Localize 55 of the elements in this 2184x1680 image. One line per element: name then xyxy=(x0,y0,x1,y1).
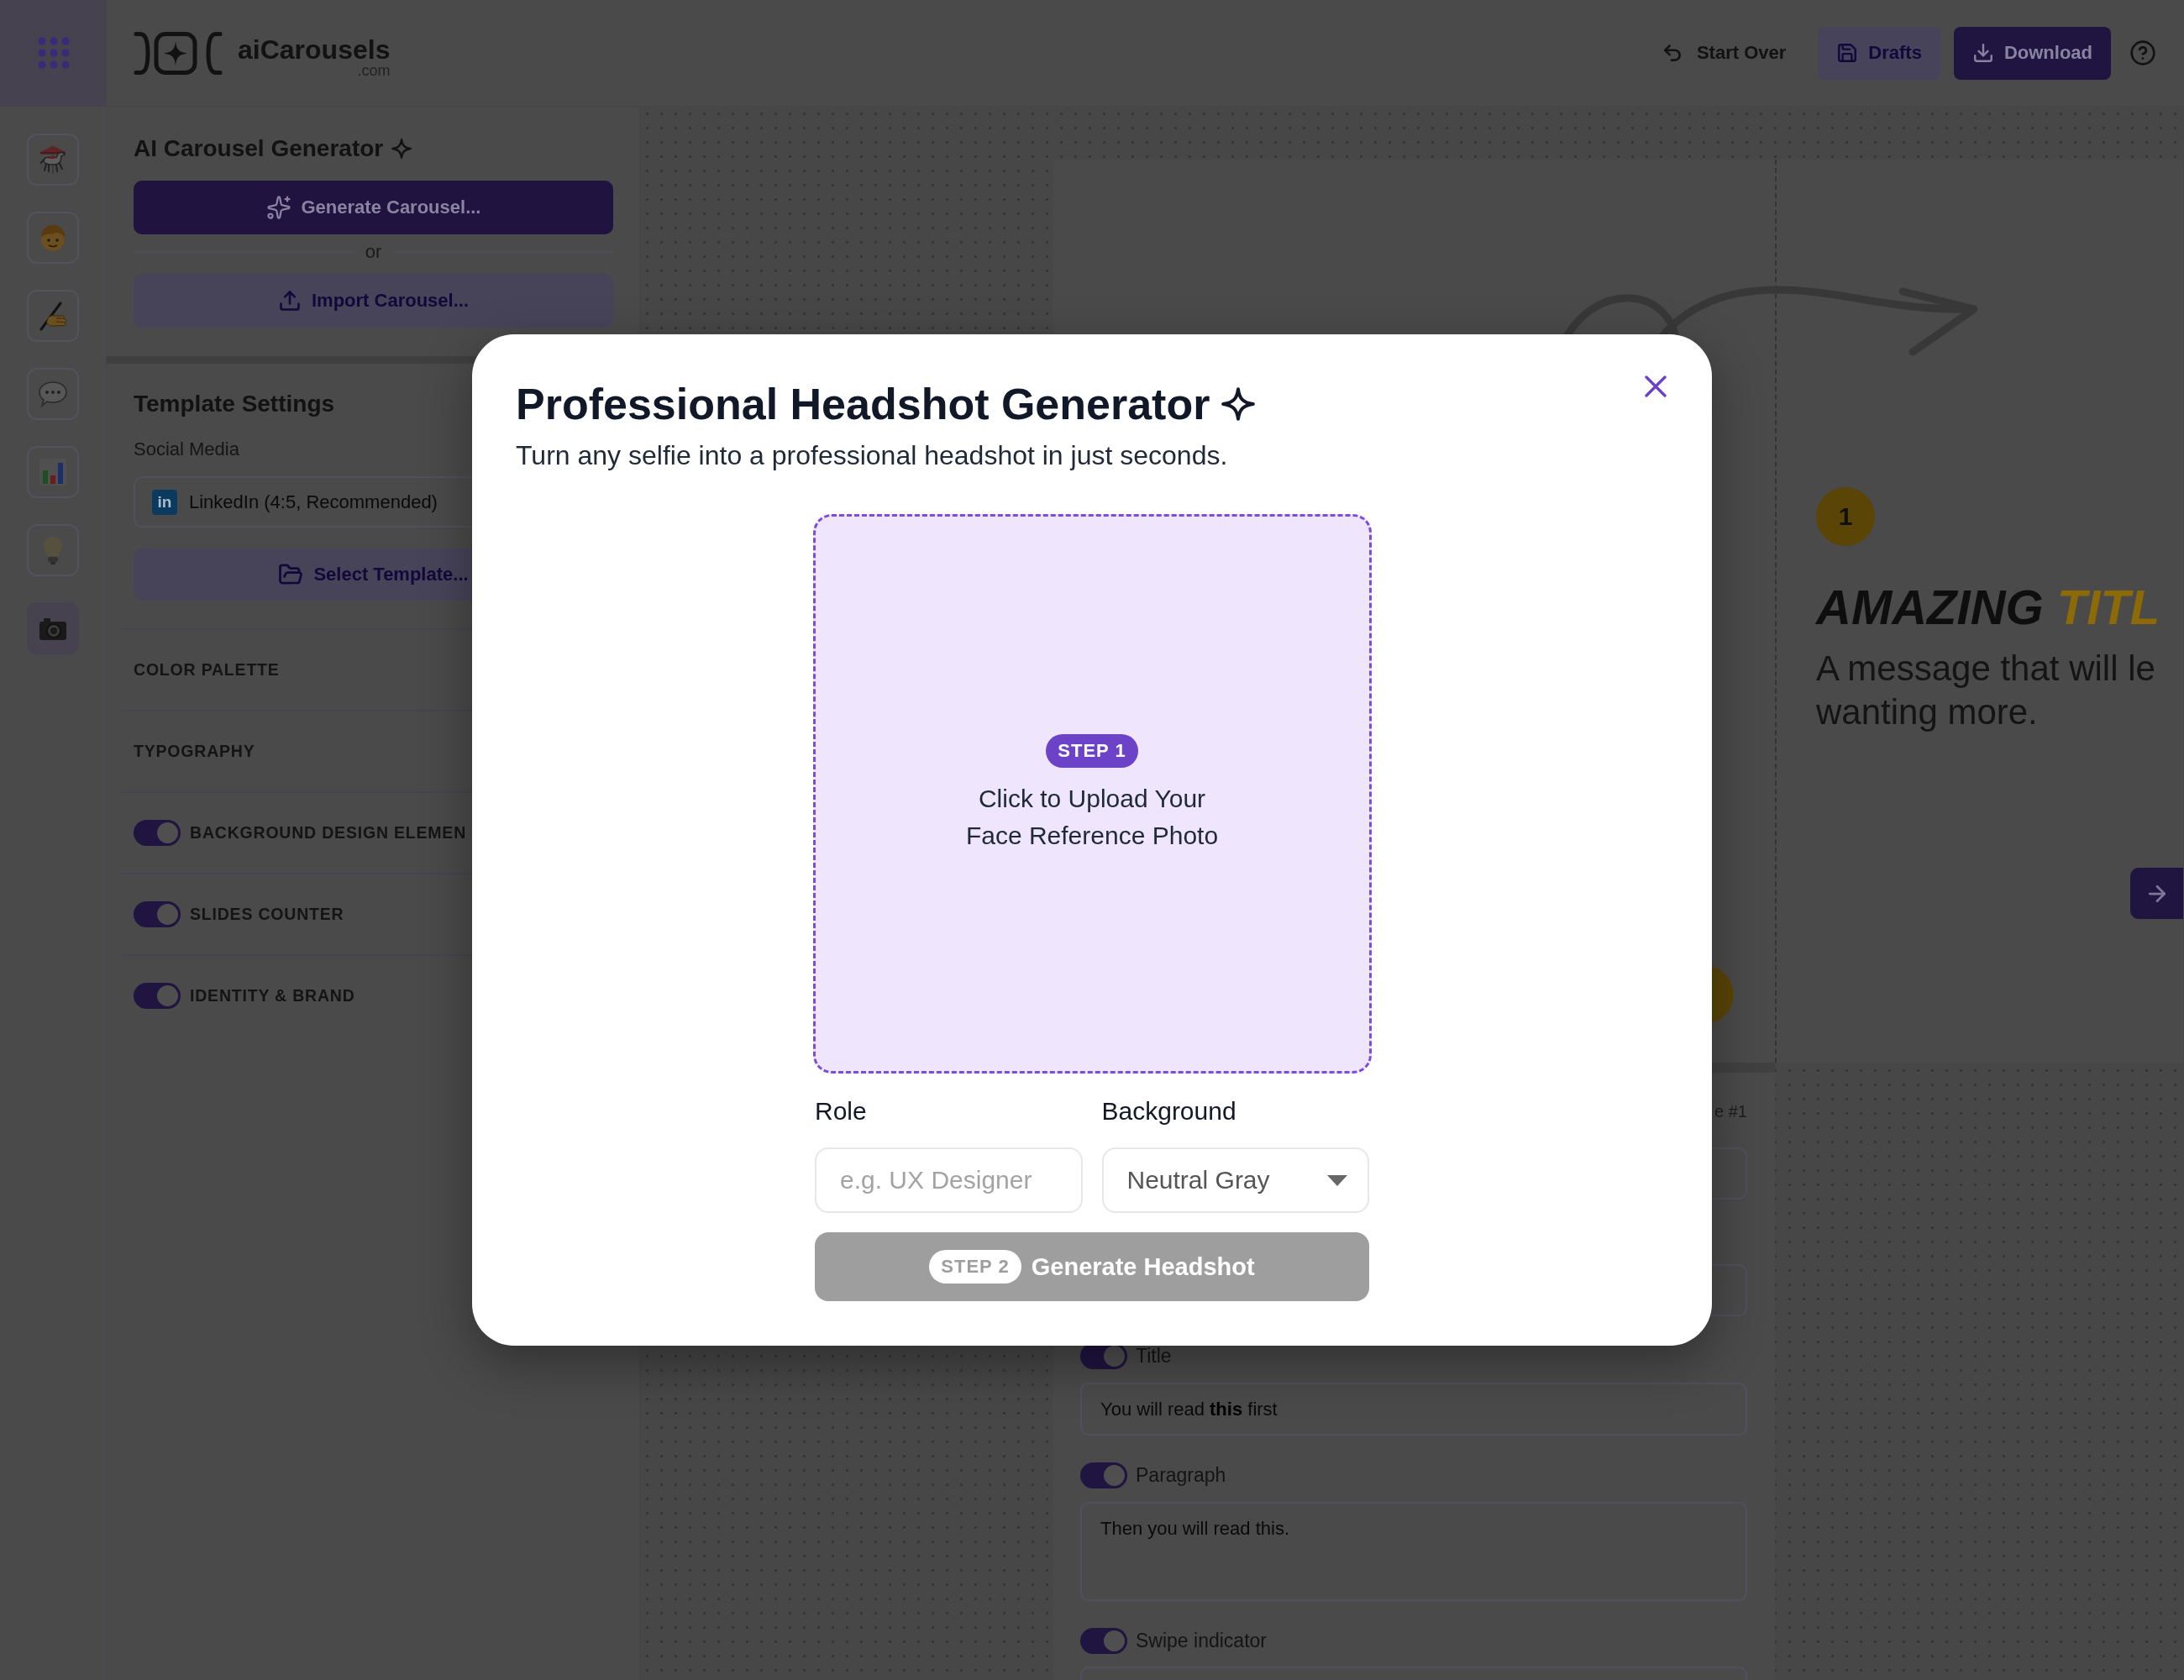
download-button[interactable]: Download xyxy=(1953,26,2111,80)
close-button[interactable] xyxy=(1645,375,1667,397)
import-carousel-button[interactable]: Import Carousel... xyxy=(134,274,613,328)
sidebar-tool-button[interactable] xyxy=(27,290,79,342)
panel-title: AI Carousel Generator xyxy=(134,134,384,163)
role-input[interactable]: e.g. UX Designer xyxy=(815,1147,1083,1213)
sidebar-tool-button[interactable] xyxy=(27,368,79,420)
sidebar-tool-button[interactable] xyxy=(27,134,79,186)
sidebar-tool-button[interactable] xyxy=(27,212,79,264)
upload-instructions: Click to Upload Your Face Reference Photo xyxy=(965,783,1219,851)
speech-bubble-icon xyxy=(38,379,68,409)
circle-decoration xyxy=(1711,966,1734,1023)
logo-icon xyxy=(134,30,223,76)
generate-carousel-button[interactable]: Generate Carousel... xyxy=(134,181,613,234)
help-button[interactable] xyxy=(2129,39,2156,66)
help-icon xyxy=(2129,39,2156,66)
save-icon xyxy=(1836,42,1859,64)
next-slide-button[interactable] xyxy=(2130,868,2183,919)
carousel-horse-icon xyxy=(38,144,68,175)
step-label: STEP 1 xyxy=(1046,733,1138,768)
background-select[interactable]: Neutral Gray xyxy=(1101,1147,1369,1213)
sparkles-icon xyxy=(265,195,291,220)
step-label: STEP 2 xyxy=(929,1250,1021,1284)
sidebar-tool-button[interactable] xyxy=(27,524,79,576)
brand-name: aiCarousels xyxy=(238,34,391,65)
apps-menu-button[interactable] xyxy=(0,0,107,107)
panel-title: Template Settings xyxy=(134,390,335,418)
start-over-button[interactable]: Start Over xyxy=(1661,42,1787,64)
caret-icon xyxy=(1327,1174,1347,1186)
toggle-switch[interactable] xyxy=(1080,1628,1127,1654)
field-label: Role xyxy=(815,1096,867,1126)
slide-number: 1 xyxy=(1816,487,1875,546)
sparkle-icon xyxy=(1221,387,1256,421)
paragraph-textarea[interactable]: Then you will read this. xyxy=(1080,1502,1747,1601)
drafts-button[interactable]: Drafts xyxy=(1818,26,1940,80)
upload-dropzone[interactable]: STEP 1 Click to Upload Your Face Reference Photo xyxy=(812,514,1372,1074)
writing-hand-icon xyxy=(38,301,68,331)
download-icon xyxy=(1971,42,1994,64)
title-input[interactable]: You will read this first xyxy=(1080,1383,1747,1436)
grid-icon xyxy=(37,37,70,69)
toggle-switch[interactable] xyxy=(134,901,181,927)
modal-title: Professional Headshot Generator xyxy=(516,379,1210,429)
sidebar-tool-button[interactable] xyxy=(27,602,79,654)
close-icon xyxy=(1645,375,1667,397)
upload-icon xyxy=(277,289,302,312)
slide-title: AMAZING TITL xyxy=(1816,580,2160,635)
sparkle-icon xyxy=(391,139,412,159)
platform-logo: in xyxy=(152,489,177,515)
modal-subtitle: Turn any selfie into a professional headshot in just seconds. xyxy=(516,439,1228,472)
bar-chart-icon xyxy=(38,457,68,487)
toggle-switch[interactable] xyxy=(134,983,181,1009)
toggle-switch[interactable] xyxy=(134,820,181,846)
field-label: Background xyxy=(1101,1096,1236,1126)
sidebar-tool-button[interactable] xyxy=(27,446,79,498)
toggle-switch[interactable] xyxy=(1080,1462,1127,1488)
